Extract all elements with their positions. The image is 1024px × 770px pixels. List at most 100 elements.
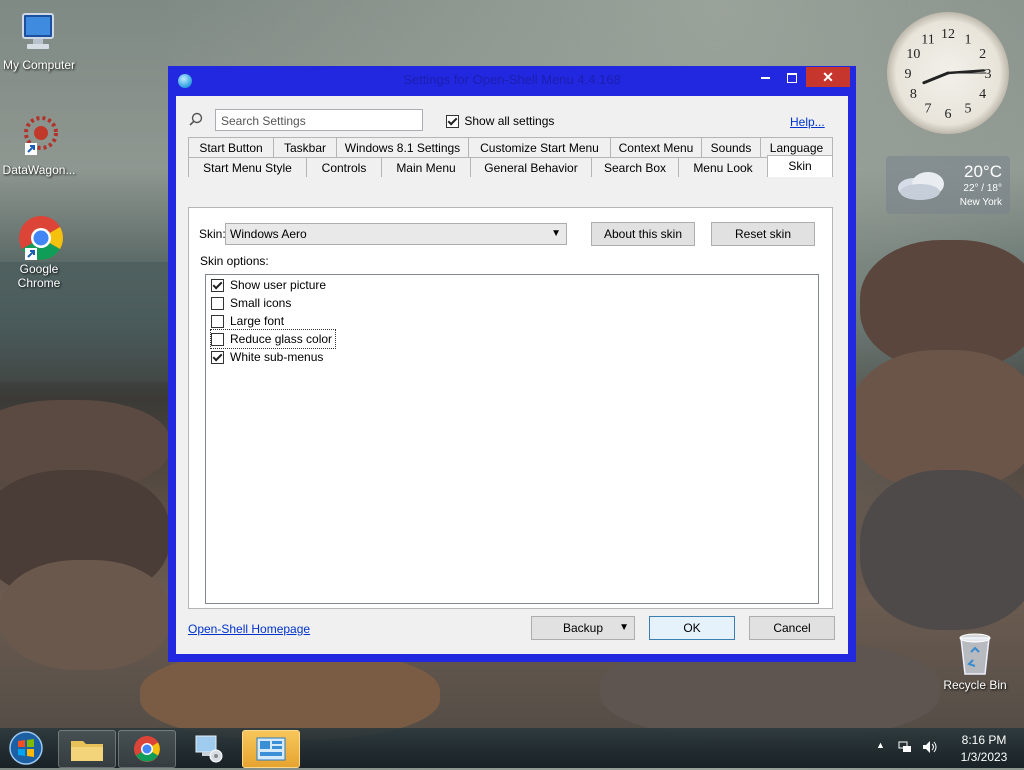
backup-label: Backup xyxy=(562,621,604,635)
taskbar: ▲ 8:16 PM 1/3/2023 xyxy=(0,728,1024,768)
option-white-sub-menus[interactable]: White sub-menus xyxy=(211,348,323,366)
checkbox-box[interactable] xyxy=(211,315,224,329)
checkbox-box[interactable] xyxy=(211,333,224,347)
clock-face: 12 12 3 45678 9 1011 xyxy=(905,27,992,122)
network-icon[interactable] xyxy=(898,740,912,754)
tab-menu-look[interactable]: Menu Look xyxy=(678,157,768,177)
cloud-icon xyxy=(894,166,950,202)
clock-number: 7 xyxy=(925,102,932,117)
close-button[interactable]: ✕ xyxy=(806,67,850,87)
maximize-button[interactable] xyxy=(779,67,805,87)
volume-icon[interactable] xyxy=(922,740,938,754)
maximize-icon xyxy=(787,72,797,83)
desktop-icon-recycle-bin[interactable]: Recycle Bin xyxy=(933,630,1017,692)
search-placeholder: Search Settings xyxy=(221,114,306,128)
weather-city: New York xyxy=(959,197,1002,208)
dropdown-arrow-icon: ▼ xyxy=(619,622,629,633)
skin-select[interactable]: Windows Aero ▼ xyxy=(225,223,567,245)
about-skin-button[interactable]: About this skin xyxy=(591,222,695,246)
checkbox-box[interactable] xyxy=(211,351,224,365)
clock-number: 4 xyxy=(979,87,986,102)
background-rock xyxy=(850,350,1024,490)
reset-skin-button[interactable]: Reset skin xyxy=(711,222,815,246)
weather-gadget[interactable]: 20°C 22° / 18° New York xyxy=(886,156,1010,214)
minimize-icon xyxy=(760,76,770,79)
option-small-icons[interactable]: Small icons xyxy=(211,294,291,312)
option-label: Reduce glass color xyxy=(230,332,333,346)
tab-language[interactable]: Language xyxy=(760,137,833,157)
checkbox-box[interactable] xyxy=(446,115,459,129)
system-tray: ▲ 8:16 PM 1/3/2023 xyxy=(872,728,1024,768)
homepage-link[interactable]: Open-Shell Homepage xyxy=(188,622,310,636)
computer-icon xyxy=(17,10,61,54)
clock-time[interactable]: 8:16 PM xyxy=(956,733,1012,747)
tab-sounds[interactable]: Sounds xyxy=(701,137,761,157)
close-icon: ✕ xyxy=(822,69,834,85)
tab-taskbar[interactable]: Taskbar xyxy=(273,137,337,157)
title-bar[interactable]: Settings for Open-Shell Menu 4.4.168 ✕ xyxy=(168,66,856,94)
checkbox-box[interactable] xyxy=(211,297,224,311)
cancel-button[interactable]: Cancel xyxy=(749,616,835,640)
backup-button[interactable]: Backup ▼ xyxy=(531,616,635,640)
desktop-icon-label: My Computer xyxy=(2,58,76,72)
taskbar-network-app[interactable] xyxy=(180,730,236,766)
background-rock xyxy=(0,560,170,670)
background-rock xyxy=(140,650,440,740)
show-all-settings-checkbox[interactable]: Show all settings xyxy=(446,114,554,129)
tab-context-menu[interactable]: Context Menu xyxy=(610,137,702,157)
weather-temp: 20°C xyxy=(964,162,1002,181)
tab-start-menu-style[interactable]: Start Menu Style xyxy=(188,157,307,177)
option-label: Show user picture xyxy=(230,278,327,292)
checkbox-box[interactable] xyxy=(211,279,224,293)
ok-button[interactable]: OK xyxy=(649,616,735,640)
taskbar-open-shell-settings[interactable] xyxy=(242,730,300,768)
tab-start-button[interactable]: Start Button xyxy=(188,137,274,157)
tab-search-box[interactable]: Search Box xyxy=(591,157,679,177)
tab-main-menu[interactable]: Main Menu xyxy=(381,157,471,177)
desktop-icon-datawagon[interactable]: DataWagon... xyxy=(0,115,81,177)
recycle-bin-icon xyxy=(953,630,997,675)
desktop-icon-google-chrome[interactable]: Google Chrome xyxy=(0,214,81,290)
option-show-user-picture[interactable]: Show user picture xyxy=(211,276,326,294)
clock-number: 1 xyxy=(965,32,972,47)
network-computer-icon xyxy=(195,735,223,763)
clock-number: 2 xyxy=(979,47,986,62)
desktop-icon-label: DataWagon... xyxy=(2,163,76,177)
taskbar-explorer[interactable] xyxy=(58,730,116,768)
windows-logo-icon xyxy=(9,731,43,765)
settings-app-icon xyxy=(256,737,286,761)
option-large-font[interactable]: Large font xyxy=(211,312,284,330)
clock-number: 10 xyxy=(906,47,920,62)
skin-options-label: Skin options: xyxy=(200,254,269,268)
tab-skin[interactable]: Skin xyxy=(767,155,833,177)
desktop-icon-my-computer[interactable]: My Computer xyxy=(0,10,81,72)
help-link[interactable]: Help... xyxy=(790,115,825,129)
clock-number: 11 xyxy=(921,32,934,47)
option-reduce-glass-color[interactable]: Reduce glass color xyxy=(209,329,337,349)
settings-window[interactable]: Settings for Open-Shell Menu 4.4.168 ✕ S… xyxy=(168,66,856,662)
tab-customize-start-menu[interactable]: Customize Start Menu xyxy=(468,137,611,157)
skin-select-value: Windows Aero xyxy=(230,227,307,241)
tab-controls[interactable]: Controls xyxy=(306,157,382,177)
search-input[interactable]: Search Settings xyxy=(215,109,423,131)
search-icon xyxy=(189,112,203,126)
tab-windows-81-settings[interactable]: Windows 8.1 Settings xyxy=(336,137,469,157)
chrome-icon xyxy=(17,214,63,260)
start-button[interactable] xyxy=(6,730,46,766)
clock-date[interactable]: 1/3/2023 xyxy=(956,750,1012,764)
background-rock xyxy=(860,470,1024,630)
clock-number: 5 xyxy=(965,102,972,117)
clock-gadget[interactable]: 12 1 2 3 4 5 6 7 8 9 10 11 xyxy=(887,12,1009,134)
skin-options-list[interactable]: Show user picture Small icons Large font… xyxy=(205,274,819,604)
option-label: White sub-menus xyxy=(230,350,324,364)
tab-general-behavior[interactable]: General Behavior xyxy=(470,157,592,177)
show-hidden-icons-button[interactable]: ▲ xyxy=(876,740,885,750)
settings-client-area: Search Settings Show all settings Help..… xyxy=(176,96,848,654)
datawagon-icon xyxy=(17,115,61,159)
clock-number: 8 xyxy=(910,87,917,102)
minimize-button[interactable] xyxy=(752,67,778,87)
clock-hour-hand xyxy=(922,71,950,85)
clock-number: 12 xyxy=(941,27,955,42)
taskbar-chrome[interactable] xyxy=(118,730,176,768)
weather-range: 22° / 18° xyxy=(963,183,1002,194)
